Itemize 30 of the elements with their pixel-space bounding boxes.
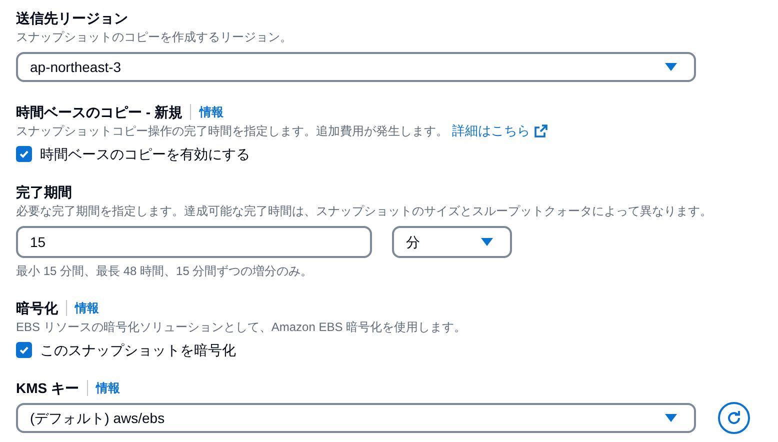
caret-icon [480,237,494,247]
field-label: KMS キー [16,379,79,398]
info-link[interactable]: 情報 [75,298,99,318]
checkmark-icon [18,148,30,160]
period-input[interactable]: 15 [16,226,372,258]
checkbox[interactable] [16,146,32,162]
details-link[interactable]: 詳細はこちら [452,122,548,140]
dropdown-select[interactable]: ap-northeast-3 [16,52,696,82]
info-link[interactable]: 情報 [96,378,120,398]
field-label: 送信先リージョン [16,9,128,28]
info-link[interactable]: 情報 [199,102,224,122]
field-description: スナップショットのコピーを作成するリージョン。 [16,29,292,46]
refresh-button[interactable] [718,402,750,434]
caret-icon [664,413,678,423]
field-description: スナップショットコピー操作の完了時間を指定します。追加費用が発生します。 [16,123,448,140]
unit-select[interactable]: 分 [392,226,512,258]
external-link-icon [534,124,548,138]
refresh-icon [726,410,742,426]
constraint-hint: 最小 15 分間、最長 48 時間、15 分間ずつの増分のみ。 [16,263,314,280]
field-description: 必要な完了期間を指定します。達成可能な完了時間は、スナップショットのサイズとスループットクォータによって異なります。 [16,203,712,220]
dropdown-select[interactable]: (デフォルト) aws/ebs [16,403,696,433]
field-label: 暗号化 [16,299,58,318]
caret-icon [664,62,678,72]
checkmark-icon [18,344,30,356]
field-label: 完了期間 [16,183,72,202]
field-description: EBS リソースの暗号化ソリューションとして、Amazon EBS 暗号化を使用します。 [16,319,466,336]
checkbox[interactable] [16,342,32,358]
field-label: 時間ベースのコピー - 新規 [16,103,182,122]
checkbox-label: 時間ベースのコピーを有効にする [40,145,250,164]
checkbox-label: このスナップショットを暗号化 [40,341,236,360]
